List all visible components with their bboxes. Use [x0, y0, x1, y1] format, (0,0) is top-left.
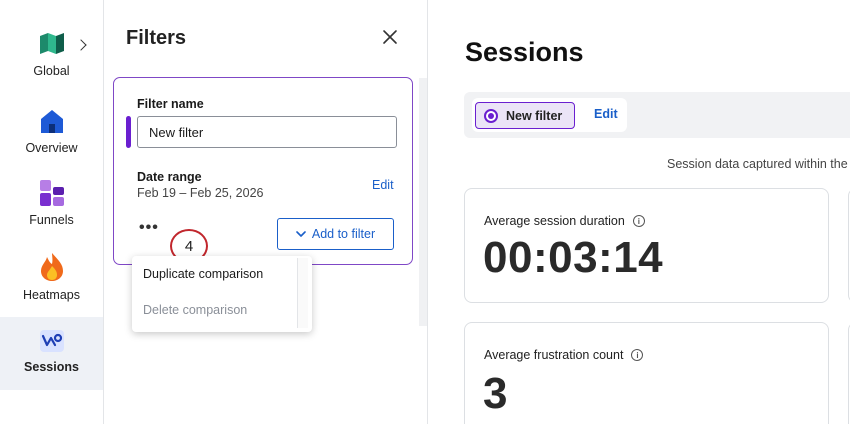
- nav-item-global[interactable]: Global: [0, 30, 103, 78]
- radio-selected-icon: [484, 108, 498, 123]
- metric-value: 3: [483, 369, 508, 418]
- metric-label: Average session duration i: [484, 214, 645, 228]
- nav-label: Heatmaps: [23, 288, 80, 302]
- filters-panel: Filters Filter name Date range Feb 19 – …: [104, 0, 428, 424]
- focus-accent-bar: [126, 116, 131, 148]
- metric-label: Average frustration count i: [484, 348, 644, 362]
- sessions-icon: [39, 330, 64, 352]
- chevron-down-icon: [296, 231, 306, 237]
- filter-name-input[interactable]: [137, 116, 397, 148]
- menu-scrollbar[interactable]: [297, 258, 308, 328]
- left-nav: Global Overview Funnels Heatmaps Session…: [0, 0, 104, 424]
- date-range-edit-link[interactable]: Edit: [372, 178, 394, 192]
- nav-item-sessions[interactable]: Sessions: [0, 317, 103, 390]
- nav-item-funnels[interactable]: Funnels: [0, 179, 103, 227]
- nav-label: Funnels: [29, 213, 74, 227]
- close-icon[interactable]: [381, 28, 399, 46]
- metric-label-text: Average session duration: [484, 214, 625, 228]
- more-options-menu: Duplicate comparison Delete comparison: [132, 256, 312, 332]
- metric-value: 00:03:14: [483, 233, 664, 282]
- house-icon: [40, 110, 63, 133]
- filter-bar: New filter Edit: [464, 92, 850, 138]
- page-title: Sessions: [465, 37, 584, 67]
- metric-label-text: Average frustration count: [484, 348, 624, 362]
- nav-label: Overview: [25, 141, 78, 155]
- filter-pill-container: New filter Edit: [472, 98, 627, 132]
- delete-comparison-menu-item[interactable]: Delete comparison: [143, 303, 247, 317]
- add-to-filter-label: Add to filter: [311, 227, 376, 241]
- metric-card-session-duration: Average session duration i 00:03:14: [464, 188, 829, 303]
- session-data-caption: Session data captured within the: [667, 157, 848, 171]
- add-to-filter-button[interactable]: Add to filter: [277, 218, 394, 250]
- nav-label: Sessions: [24, 360, 79, 374]
- filter-edit-link[interactable]: Edit: [594, 107, 618, 121]
- main-content: Sessions New filter Edit Session data ca…: [428, 0, 850, 424]
- panel-title: Filters: [126, 27, 187, 49]
- filter-card: Filter name Date range Feb 19 – Feb 25, …: [113, 77, 413, 265]
- info-icon[interactable]: i: [631, 349, 644, 361]
- date-range-value: Feb 19 – Feb 25, 2026: [137, 186, 264, 200]
- more-options-icon[interactable]: •••: [139, 220, 159, 236]
- filter-name-label: Filter name: [137, 97, 204, 111]
- nav-label: Global: [33, 64, 70, 78]
- info-icon[interactable]: i: [632, 215, 645, 227]
- panel-scrollbar[interactable]: [419, 78, 427, 326]
- filter-pill-label: New filter: [506, 108, 563, 123]
- metric-card-frustration-count: Average frustration count i 3: [464, 322, 829, 424]
- duplicate-comparison-menu-item[interactable]: Duplicate comparison: [143, 267, 263, 281]
- nav-item-heatmaps[interactable]: Heatmaps: [0, 252, 103, 302]
- date-range-label: Date range: [137, 170, 202, 184]
- flame-icon: [40, 253, 63, 281]
- funnels-icon: [39, 180, 64, 206]
- global-logo-icon: [39, 33, 64, 54]
- new-filter-pill[interactable]: New filter: [475, 102, 575, 129]
- nav-item-overview[interactable]: Overview: [0, 107, 103, 155]
